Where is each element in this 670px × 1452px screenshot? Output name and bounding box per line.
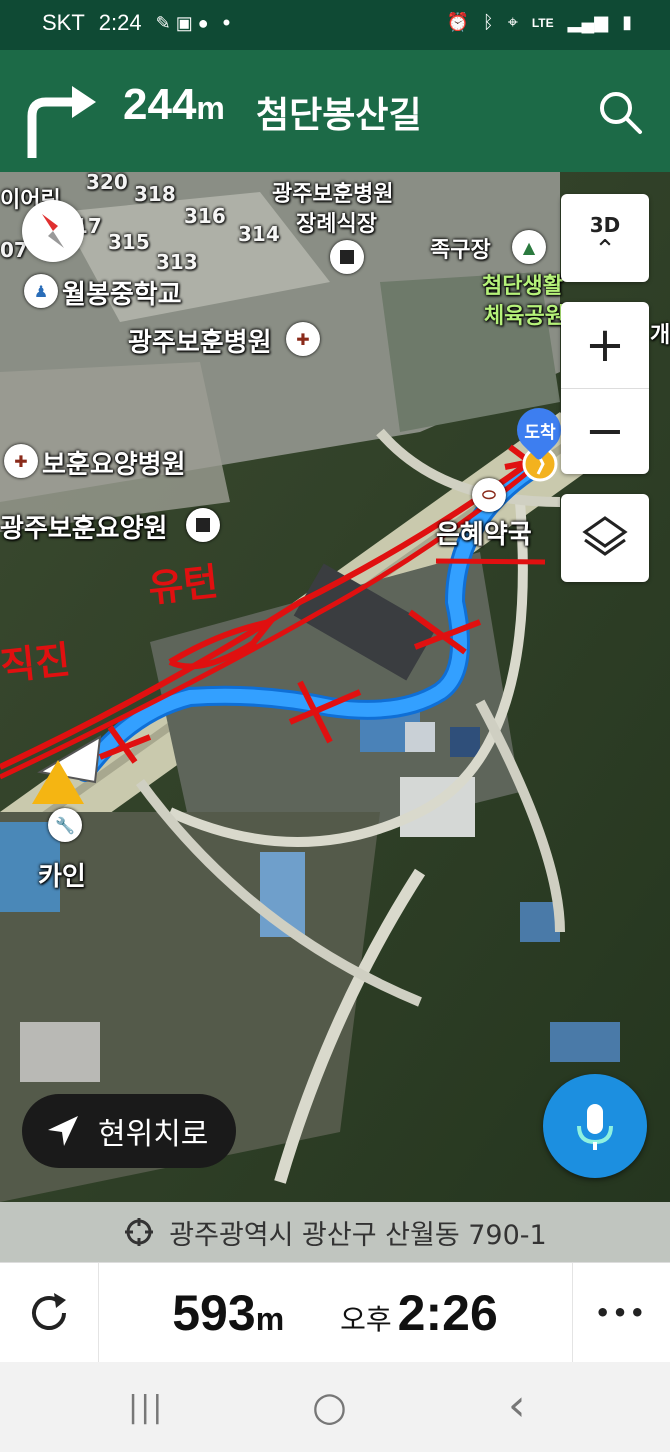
zoom-in-button[interactable]: + <box>561 302 649 389</box>
poi-sports-park-label[interactable]: 첨단생활 <box>482 268 563 300</box>
poi-nursing-hospital-label[interactable]: 보훈요양병원 <box>42 444 186 481</box>
arrival-prefix: 오후 <box>340 1303 392 1336</box>
building-number: 318 <box>134 182 176 206</box>
poi-nursing-home-label[interactable]: 광주보훈요양원 <box>0 508 167 545</box>
zoom-controls: + − <box>561 302 649 474</box>
arrival-time: 2:26 <box>397 1285 498 1341</box>
network-type: LTE <box>531 15 554 30</box>
crosshair-icon <box>125 1218 154 1246</box>
next-turn-distance: 244m <box>123 80 225 130</box>
current-address: 광주광역시 광산구 산월동 790-1 <box>169 1219 547 1251</box>
alarm-icon: ⏰ <box>446 12 469 32</box>
poi-sports-park-label[interactable]: 체육공원 <box>484 298 565 330</box>
navigation-arrow-icon <box>48 1116 78 1146</box>
layers-icon <box>582 516 628 556</box>
zoom-out-button[interactable]: − <box>561 389 649 475</box>
building-number: 316 <box>184 204 226 228</box>
park-icon[interactable]: ▲ <box>512 230 546 264</box>
battery-icon: ▮ <box>622 12 632 32</box>
status-bar: SKT 2:24 ✎ ▣ ● • ⏰ ᛒ ⌖ LTE ▂▄▆ ▮ <box>0 0 670 50</box>
carrier-label: SKT <box>42 10 85 35</box>
distance-value: 244 <box>123 80 197 129</box>
address-bar: 광주광역시 광산구 산월동 790-1 <box>0 1202 670 1262</box>
hospital-icon[interactable]: ✚ <box>286 322 320 356</box>
building-icon[interactable] <box>330 240 364 274</box>
layers-button[interactable] <box>561 494 649 582</box>
building-icon[interactable] <box>186 508 220 542</box>
pharmacy-icon[interactable]: ⬭ <box>472 478 506 512</box>
back-button[interactable]: ‹ <box>508 1380 526 1431</box>
wrench-icon[interactable]: 🔧 <box>48 808 82 842</box>
search-icon[interactable] <box>594 86 646 138</box>
annotation-straight: 직진 <box>0 637 73 689</box>
status-dot: • <box>222 10 231 35</box>
building-number: 314 <box>238 222 280 246</box>
satellite-map[interactable]: 320 318 316 315 314 313 317 07 이어린 개 광주보… <box>0 172 670 1202</box>
current-location-label: 현위치로 <box>98 1117 209 1152</box>
building-number: 315 <box>108 230 150 254</box>
annotation-uturn: 유턴 <box>146 559 221 611</box>
building-number: 313 <box>156 250 198 274</box>
current-location-button[interactable]: 현위치로 <box>22 1094 236 1168</box>
poi-kain-label[interactable]: 카인 <box>38 856 86 893</box>
hospital-icon[interactable]: ✚ <box>4 444 38 478</box>
remaining-info[interactable]: 593 m 오후 2:26 <box>98 1263 572 1363</box>
view-3d-label: 3D <box>589 213 621 237</box>
bluetooth-icon: ᛒ <box>482 12 494 32</box>
poi-jokgu-label[interactable]: 족구장 <box>430 232 491 264</box>
next-street-name: 첨단봉산길 <box>256 95 422 136</box>
compass-icon[interactable] <box>22 200 84 262</box>
remaining-unit: m <box>255 1300 285 1337</box>
status-left: SKT 2:24 ✎ ▣ ● • <box>42 10 230 36</box>
refresh-icon <box>32 1293 66 1330</box>
clock: 2:24 <box>98 10 142 35</box>
home-button[interactable]: ○ <box>312 1384 347 1430</box>
poi-funeral-hall-label[interactable]: 광주보훈병원 <box>272 176 393 208</box>
partial-label: 개 <box>650 323 670 348</box>
poi-hospital-label[interactable]: 광주보훈병원 <box>128 322 272 359</box>
notification-icons: ✎ ▣ ● <box>155 12 209 33</box>
poi-school-label[interactable]: 월봉중학교 <box>62 274 182 311</box>
school-zone-sign-icon <box>32 760 84 804</box>
reroute-button[interactable] <box>0 1263 98 1363</box>
school-icon[interactable]: ♟ <box>24 274 58 308</box>
distance-unit: m <box>196 90 225 126</box>
signal-icon: ▂▄▆ <box>567 12 609 32</box>
status-right: ⏰ ᛒ ⌖ LTE ▂▄▆ ▮ <box>446 12 632 33</box>
voice-search-button[interactable] <box>543 1074 647 1178</box>
system-navigation-bar: ||| ○ ‹ <box>0 1362 670 1452</box>
building-number: 320 <box>86 172 128 194</box>
more-options-button[interactable]: ••• <box>572 1263 670 1363</box>
arrow-up-icon: ⌃ <box>594 235 616 265</box>
turn-right-arrow-icon <box>27 86 96 158</box>
view-3d-button[interactable]: 3D ⌃ <box>561 194 649 282</box>
recents-button[interactable]: ||| <box>128 1390 164 1425</box>
remaining-distance: 593 <box>172 1285 256 1341</box>
microphone-icon <box>577 1104 613 1150</box>
destination-label: 도착 <box>524 423 556 443</box>
poi-funeral-hall-label[interactable]: 장례식장 <box>296 206 377 238</box>
poi-pharmacy-label[interactable]: 은혜약국 <box>436 514 532 551</box>
location-icon: ⌖ <box>507 12 518 32</box>
navigation-header: 244m 첨단봉산길 <box>0 50 670 172</box>
route-summary-bar: 593 m 오후 2:26 ••• <box>0 1262 670 1363</box>
